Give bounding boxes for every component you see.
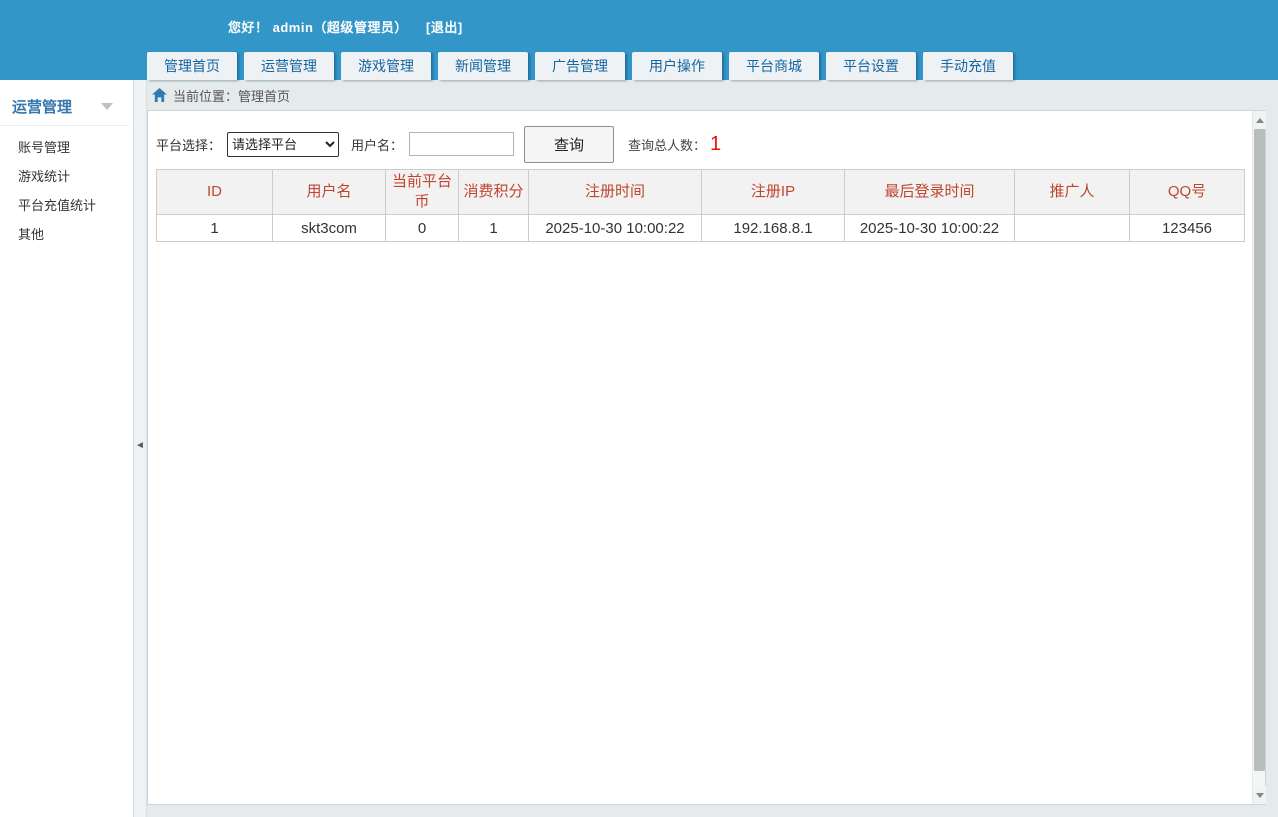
platform-select-label: 平台选择： xyxy=(156,135,221,154)
sidebar-item-1[interactable]: 账号管理 xyxy=(0,132,133,161)
nav-tab-9[interactable]: 手动充值 xyxy=(923,52,1013,80)
sidebar: 运营管理 账号管理游戏统计平台充值统计其他 xyxy=(0,80,133,817)
user-info: 您好！ admin（超级管理员） [退出] xyxy=(228,17,463,36)
nav-tab-6[interactable]: 用户操作 xyxy=(632,52,722,80)
content-panel: 平台选择： 请选择平台 用户名： 查询 查询总人数： 1 ID用户名当前平台币消… xyxy=(147,110,1266,805)
column-header: 推广人 xyxy=(1015,170,1130,215)
chevron-down-icon xyxy=(101,103,113,110)
breadcrumb: 当前位置：管理首页 xyxy=(147,80,1278,110)
column-header: QQ号 xyxy=(1130,170,1245,215)
column-header: 注册时间 xyxy=(529,170,702,215)
search-button[interactable]: 查询 xyxy=(524,126,614,163)
sidebar-item-4[interactable]: 其他 xyxy=(0,219,133,248)
breadcrumb-label: 当前位置：管理首页 xyxy=(173,86,290,105)
table-cell: skt3com xyxy=(273,215,386,242)
table-cell: 1 xyxy=(157,215,273,242)
column-header: 消费积分 xyxy=(459,170,529,215)
column-header: 用户名 xyxy=(273,170,386,215)
table-cell: 0 xyxy=(386,215,459,242)
username-input[interactable] xyxy=(409,132,514,156)
scrollbar-thumb[interactable] xyxy=(1254,129,1265,771)
column-header: 最后登录时间 xyxy=(845,170,1015,215)
main-content: 当前位置：管理首页 平台选择： 请选择平台 用户名： 查询 查询总人数： 1 I… xyxy=(147,80,1278,817)
sidebar-section-title: 运营管理 xyxy=(12,99,72,116)
nav-tab-5[interactable]: 广告管理 xyxy=(535,52,625,80)
table-cell: 2025-10-30 10:00:22 xyxy=(845,215,1015,242)
arrow-up-icon xyxy=(1256,118,1264,123)
column-header: ID xyxy=(157,170,273,215)
home-icon xyxy=(152,88,167,102)
column-header: 注册IP xyxy=(702,170,845,215)
nav-tab-7[interactable]: 平台商城 xyxy=(729,52,819,80)
table-header-row: ID用户名当前平台币消费积分注册时间注册IP最后登录时间推广人QQ号 xyxy=(157,170,1245,215)
total-count-value: 1 xyxy=(710,133,721,156)
nav-tab-2[interactable]: 运营管理 xyxy=(244,52,334,80)
platform-select[interactable]: 请选择平台 xyxy=(227,132,339,157)
main-nav-tabs: 管理首页运营管理游戏管理新闻管理广告管理用户操作平台商城平台设置手动充值 xyxy=(147,52,1020,80)
sidebar-item-3[interactable]: 平台充值统计 xyxy=(0,190,133,219)
users-table: ID用户名当前平台币消费积分注册时间注册IP最后登录时间推广人QQ号1skt3c… xyxy=(156,169,1245,242)
collapse-arrow-icon[interactable]: ◄ xyxy=(135,440,145,451)
username-label: 用户名： xyxy=(351,135,403,154)
sidebar-splitter[interactable]: ◄ xyxy=(133,80,147,817)
logout-link[interactable]: [退出] xyxy=(426,20,463,35)
table-cell: 2025-10-30 10:00:22 xyxy=(529,215,702,242)
vertical-scrollbar[interactable] xyxy=(1252,111,1265,804)
table-cell xyxy=(1015,215,1130,242)
top-header: 您好！ admin（超级管理员） [退出] 管理首页运营管理游戏管理新闻管理广告… xyxy=(0,0,1278,80)
sidebar-item-2[interactable]: 游戏统计 xyxy=(0,161,133,190)
scroll-down-button[interactable] xyxy=(1253,786,1266,804)
table-cell: 1 xyxy=(459,215,529,242)
total-count-label: 查询总人数： xyxy=(628,135,706,154)
nav-tab-8[interactable]: 平台设置 xyxy=(826,52,916,80)
nav-tab-1[interactable]: 管理首页 xyxy=(147,52,237,80)
sidebar-menu: 账号管理游戏统计平台充值统计其他 xyxy=(0,132,133,248)
arrow-down-icon xyxy=(1256,793,1264,798)
scroll-up-button[interactable] xyxy=(1253,111,1266,129)
table-cell: 123456 xyxy=(1130,215,1245,242)
nav-tab-3[interactable]: 游戏管理 xyxy=(341,52,431,80)
sidebar-section-header[interactable]: 运营管理 xyxy=(0,90,129,126)
nav-tab-4[interactable]: 新闻管理 xyxy=(438,52,528,80)
user-greeting: 您好！ admin（超级管理员） xyxy=(228,20,408,35)
column-header: 当前平台币 xyxy=(386,170,459,215)
table-row: 1skt3com012025-10-30 10:00:22192.168.8.1… xyxy=(157,215,1245,242)
table-cell: 192.168.8.1 xyxy=(702,215,845,242)
filter-row: 平台选择： 请选择平台 用户名： 查询 查询总人数： 1 xyxy=(148,111,1265,163)
